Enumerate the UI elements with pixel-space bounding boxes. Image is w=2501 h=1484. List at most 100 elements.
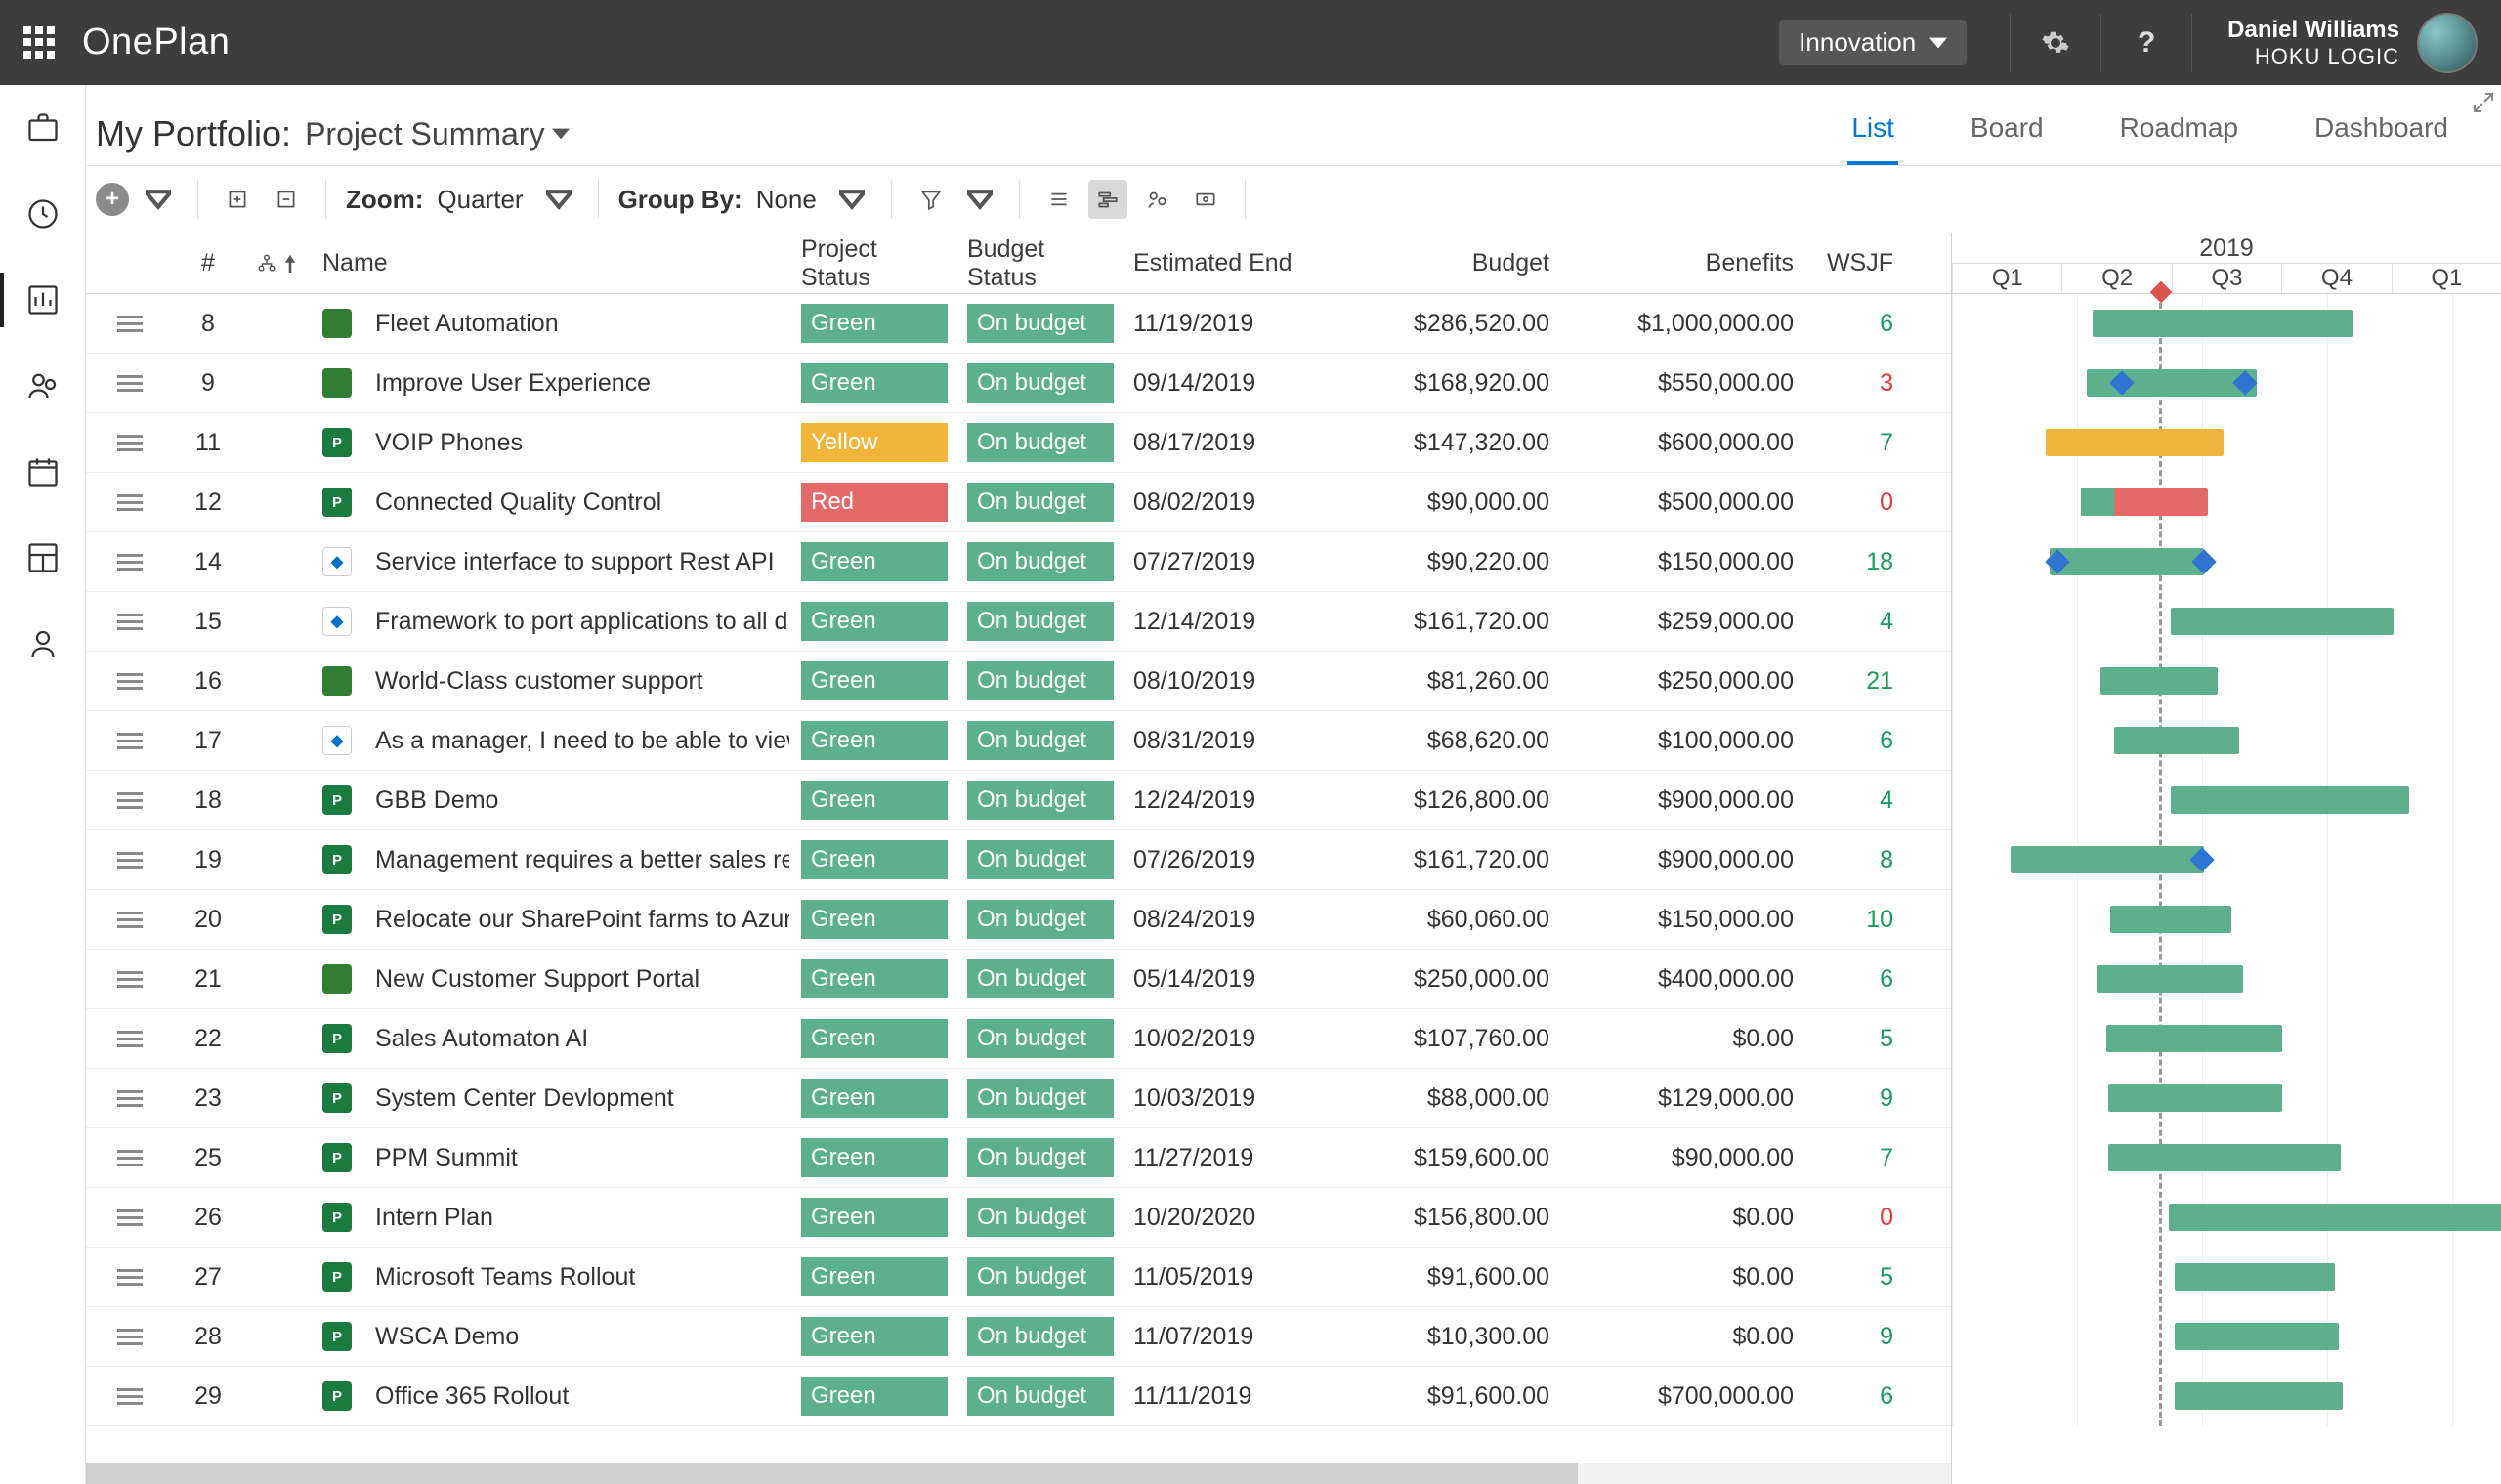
- gantt-bar[interactable]: [2081, 488, 2208, 516]
- col-budget-status[interactable]: Budget Status: [955, 235, 1122, 292]
- table-row[interactable]: 23System Center DevlopmentGreenOn budget…: [86, 1069, 1951, 1128]
- view-gantt-icon[interactable]: [1088, 180, 1127, 219]
- col-name[interactable]: Name: [311, 249, 789, 277]
- row-menu-icon[interactable]: [117, 852, 143, 869]
- gantt-bar[interactable]: [2171, 786, 2409, 814]
- row-menu-icon[interactable]: [117, 1090, 143, 1107]
- gantt-bar[interactable]: [2046, 429, 2224, 456]
- nav-layout-icon[interactable]: [23, 538, 63, 577]
- expand-all-button[interactable]: [218, 180, 257, 219]
- avatar[interactable]: [2417, 13, 2478, 73]
- row-menu-icon[interactable]: [117, 1388, 143, 1405]
- gantt-bar[interactable]: [2108, 1144, 2341, 1171]
- row-menu-icon[interactable]: [117, 733, 143, 749]
- group-value[interactable]: None: [756, 185, 817, 215]
- table-row[interactable]: 28WSCA DemoGreenOn budget11/07/2019$10,3…: [86, 1307, 1951, 1367]
- gantt-bar[interactable]: [2114, 727, 2239, 754]
- nav-calendar-icon[interactable]: [23, 452, 63, 491]
- user-block[interactable]: Daniel Williams HOKU LOGIC: [2227, 17, 2399, 69]
- row-menu-icon[interactable]: [117, 435, 143, 451]
- grid-horizontal-scroll[interactable]: [86, 1463, 1951, 1484]
- table-row[interactable]: 9Improve User ExperienceGreenOn budget09…: [86, 354, 1951, 413]
- gantt-bar[interactable]: [2108, 1084, 2282, 1112]
- table-row[interactable]: 19Management requires a better sales rep…: [86, 830, 1951, 890]
- gantt-bar[interactable]: [2100, 667, 2218, 695]
- row-menu-icon[interactable]: [117, 494, 143, 511]
- row-menu-icon[interactable]: [117, 912, 143, 928]
- gantt-bar[interactable]: [2169, 1204, 2501, 1231]
- gantt-bar[interactable]: [2011, 846, 2204, 873]
- nav-briefcase-icon[interactable]: [23, 108, 63, 148]
- nav-people-icon[interactable]: [23, 366, 63, 405]
- help-icon[interactable]: ?: [2127, 26, 2166, 60]
- gantt-bar[interactable]: [2175, 1263, 2335, 1291]
- gantt-bar[interactable]: [2175, 1382, 2343, 1410]
- gantt-pane[interactable]: 2019 Q1Q2Q3Q4Q1: [1952, 233, 2501, 1484]
- settings-icon[interactable]: [2036, 28, 2075, 58]
- table-row[interactable]: 21New Customer Support PortalGreenOn bud…: [86, 950, 1951, 1009]
- col-benefits[interactable]: Benefits: [1561, 249, 1805, 277]
- expand-icon[interactable]: [2472, 91, 2495, 114]
- col-wsjf[interactable]: WSJF: [1805, 249, 1923, 277]
- tab-board[interactable]: Board: [1967, 103, 2048, 165]
- view-cost-icon[interactable]: [1186, 180, 1225, 219]
- filter-dropdown[interactable]: [960, 180, 999, 219]
- add-dropdown[interactable]: [139, 180, 178, 219]
- row-menu-icon[interactable]: [117, 971, 143, 988]
- gantt-bar[interactable]: [2106, 1025, 2282, 1052]
- apps-launcher-icon[interactable]: [23, 26, 57, 60]
- table-row[interactable]: 12Connected Quality ControlRedOn budget0…: [86, 473, 1951, 532]
- gantt-bar[interactable]: [2175, 1323, 2339, 1350]
- row-menu-icon[interactable]: [117, 316, 143, 332]
- add-button[interactable]: +: [96, 183, 129, 216]
- view-resource-icon[interactable]: [1137, 180, 1176, 219]
- zoom-value[interactable]: Quarter: [437, 185, 523, 215]
- table-row[interactable]: 29Office 365 RolloutGreenOn budget11/11/…: [86, 1367, 1951, 1426]
- row-menu-icon[interactable]: [117, 614, 143, 630]
- row-menu-icon[interactable]: [117, 1269, 143, 1286]
- gantt-bar[interactable]: [2110, 906, 2231, 933]
- tab-dashboard[interactable]: Dashboard: [2310, 103, 2452, 165]
- zoom-dropdown[interactable]: [539, 180, 578, 219]
- table-row[interactable]: 11VOIP PhonesYellowOn budget08/17/2019$1…: [86, 413, 1951, 473]
- tab-list[interactable]: List: [1847, 103, 1898, 165]
- nav-chart-icon[interactable]: [23, 280, 63, 319]
- nav-profile-icon[interactable]: [23, 624, 63, 663]
- nav-clock-icon[interactable]: [23, 194, 63, 233]
- gantt-bar[interactable]: [2097, 965, 2243, 993]
- table-row[interactable]: 8Fleet AutomationGreenOn budget11/19/201…: [86, 294, 1951, 354]
- gantt-bar[interactable]: [2171, 608, 2394, 635]
- view-picker[interactable]: Project Summary: [305, 116, 570, 152]
- row-menu-icon[interactable]: [117, 792, 143, 809]
- row-menu-icon[interactable]: [117, 1031, 143, 1047]
- table-row[interactable]: 15◆Framework to port applications to all…: [86, 592, 1951, 652]
- table-row[interactable]: 22Sales Automaton AIGreenOn budget10/02/…: [86, 1009, 1951, 1069]
- view-list-icon[interactable]: [1039, 180, 1079, 219]
- col-num[interactable]: #: [174, 249, 242, 277]
- workspace-picker[interactable]: Innovation: [1779, 20, 1967, 65]
- table-row[interactable]: 17◆As a manager, I need to be able to vi…: [86, 711, 1951, 771]
- row-menu-icon[interactable]: [117, 554, 143, 571]
- table-row[interactable]: 25PPM SummitGreenOn budget11/27/2019$159…: [86, 1128, 1951, 1188]
- col-budget[interactable]: Budget: [1317, 249, 1561, 277]
- row-menu-icon[interactable]: [117, 1329, 143, 1345]
- row-menu-icon[interactable]: [117, 1150, 143, 1166]
- tab-roadmap[interactable]: Roadmap: [2116, 103, 2242, 165]
- row-menu-icon[interactable]: [117, 375, 143, 392]
- col-project-status[interactable]: Project Status: [789, 235, 955, 292]
- collapse-all-button[interactable]: [267, 180, 306, 219]
- gantt-bar[interactable]: [2093, 310, 2353, 337]
- col-estimated-end[interactable]: Estimated End: [1122, 249, 1317, 277]
- table-row[interactable]: 27Microsoft Teams RolloutGreenOn budget1…: [86, 1248, 1951, 1307]
- filter-icon[interactable]: [911, 180, 951, 219]
- table-row[interactable]: 26Intern PlanGreenOn budget10/20/2020$15…: [86, 1188, 1951, 1248]
- table-row[interactable]: 20Relocate our SharePoint farms to Azure…: [86, 890, 1951, 950]
- row-menu-icon[interactable]: [117, 1209, 143, 1226]
- table-row[interactable]: 18GBB DemoGreenOn budget12/24/2019$126,8…: [86, 771, 1951, 830]
- col-tree[interactable]: [242, 253, 311, 275]
- row-menu-icon[interactable]: [117, 673, 143, 690]
- table-row[interactable]: 16World-Class customer supportGreenOn bu…: [86, 652, 1951, 711]
- group-dropdown[interactable]: [832, 180, 871, 219]
- gantt-bar[interactable]: [2050, 548, 2204, 575]
- table-row[interactable]: 14◆Service interface to support Rest API…: [86, 532, 1951, 592]
